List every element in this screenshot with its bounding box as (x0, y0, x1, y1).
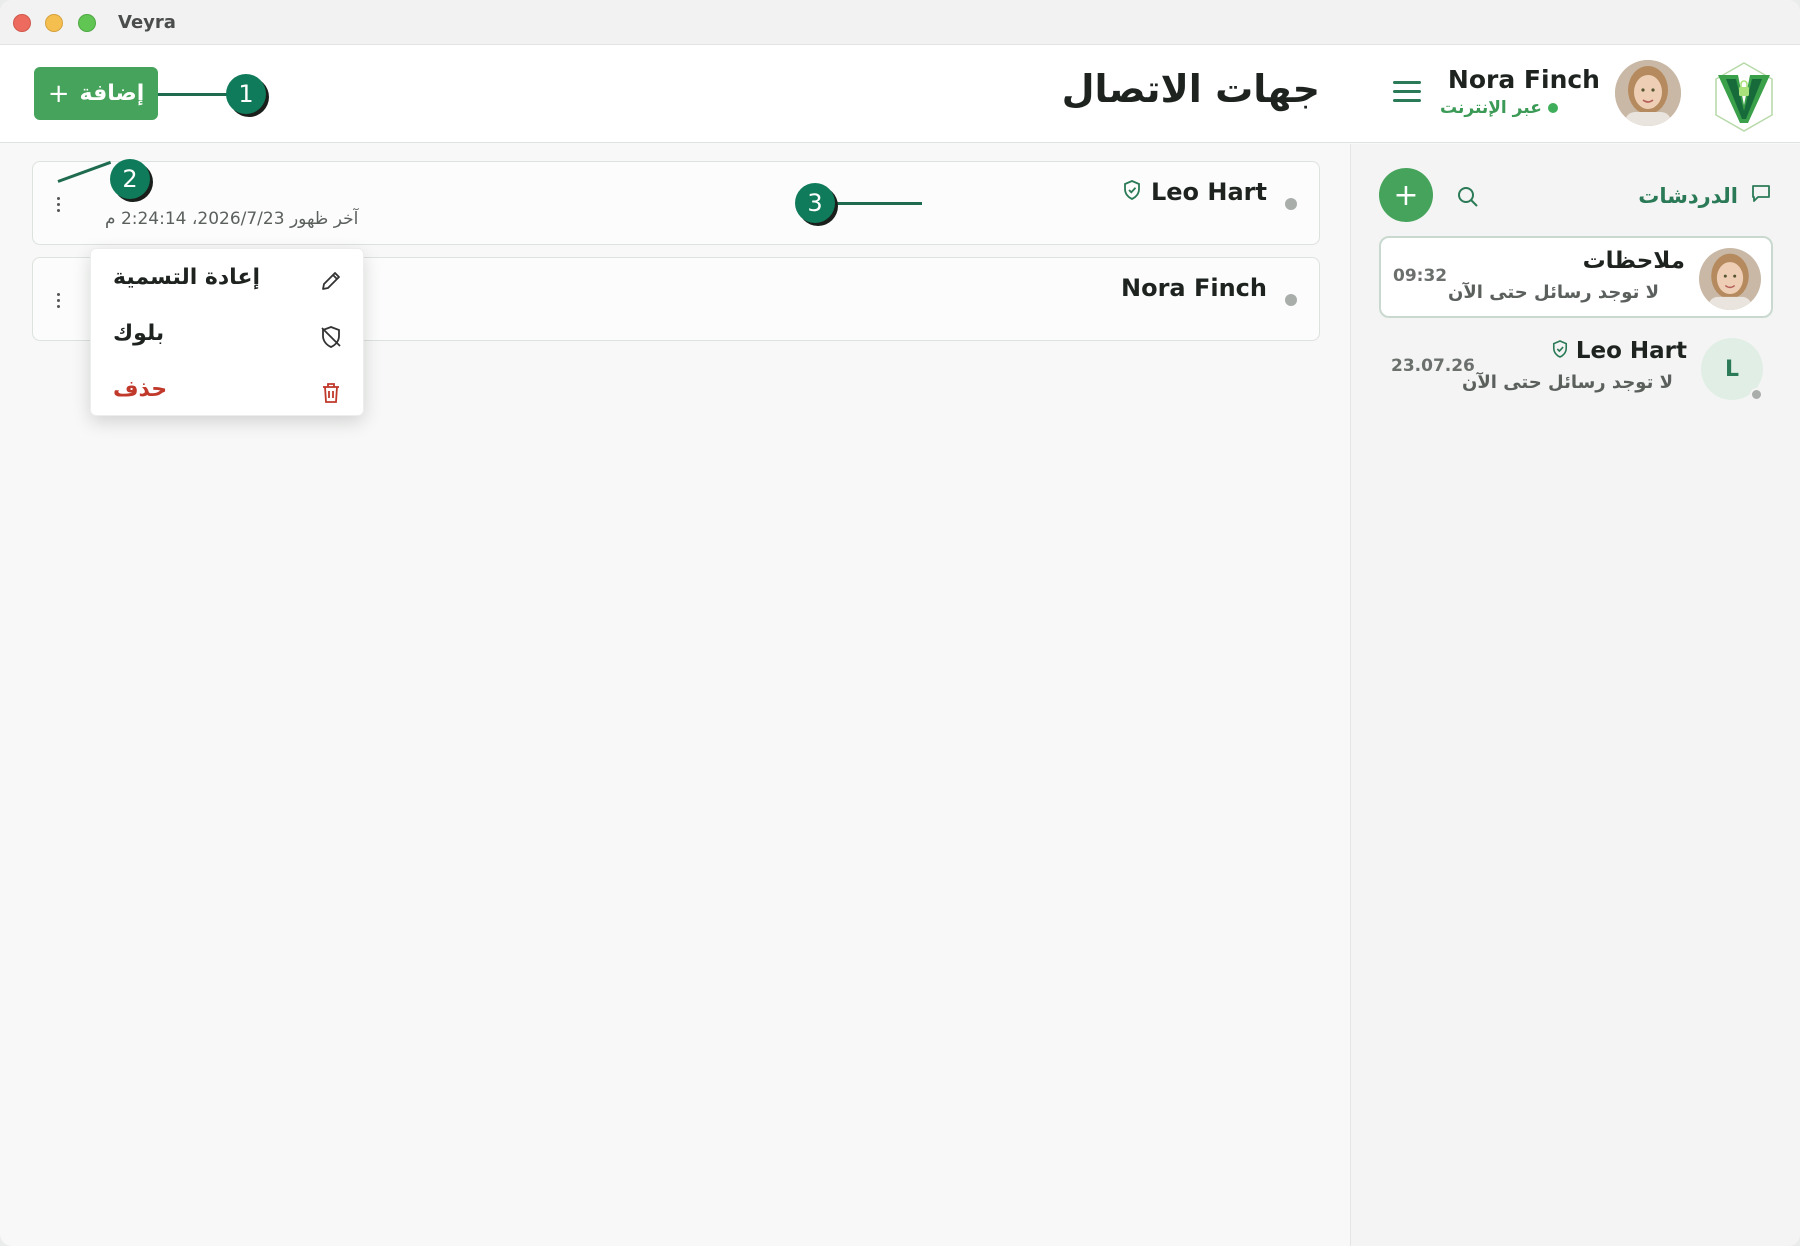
chat-name: Leo Hart (1575, 338, 1687, 364)
menu-item-label: إعادة التسمية (113, 265, 261, 290)
callout-1: 1 (226, 74, 266, 114)
user-name: Nora Finch (1447, 65, 1600, 94)
chat-list-item[interactable]: ملاحظات لا توجد رسائل حتى الآن 09:32 (1379, 236, 1773, 318)
more-options-icon[interactable] (53, 284, 63, 316)
user-avatar[interactable] (1615, 60, 1681, 126)
add-button-label: إضافة (79, 81, 145, 106)
callout-2: 2 (110, 159, 150, 199)
menu-item-rename[interactable]: إعادة التسمية (91, 255, 365, 307)
hamburger-menu-icon[interactable] (1393, 81, 1421, 105)
more-options-icon[interactable] (53, 188, 63, 220)
chat-time: 23.07.26 (1391, 356, 1475, 376)
app-window: Veyra + إضافة 1 جهات الاتصال Nora Finch … (0, 0, 1800, 1246)
menu-item-label: بلوك (113, 321, 165, 346)
chats-title: الدردشات (1638, 183, 1738, 208)
contact-name: Leo Hart (1150, 178, 1267, 206)
add-contact-button[interactable]: + إضافة (34, 67, 158, 120)
plus-icon: + (47, 78, 70, 109)
contact-context-menu: إعادة التسمية بلوك حذف (90, 248, 364, 416)
search-icon[interactable] (1455, 184, 1481, 210)
window-title: Veyra (118, 12, 176, 33)
callout-line-3 (832, 202, 922, 205)
avatar (1699, 248, 1761, 310)
contact-name-row: Nora Finch (1121, 274, 1267, 302)
page-title: جهات الاتصال (1061, 67, 1320, 111)
contact-name-row: Leo Hart (1123, 178, 1267, 206)
contact-card[interactable]: Leo Hart آخر ظهور 2026/7/23، 2:24:14 م (32, 161, 1320, 245)
verified-shield-icon (1123, 178, 1141, 206)
menu-item-delete[interactable]: حذف (91, 367, 365, 419)
online-dot-icon (1547, 103, 1558, 113)
user-status-text: عبر الإنترنت (1440, 98, 1542, 118)
chats-sidebar: الدردشات + ملاحظات لا توجد رسائل حتى الآ… (1350, 144, 1800, 1246)
menu-item-label: حذف (113, 377, 168, 402)
chat-time: 09:32 (1393, 266, 1448, 286)
plus-icon: + (1393, 177, 1419, 213)
pencil-icon (319, 269, 343, 293)
veyra-logo (1712, 61, 1776, 133)
contact-name: Nora Finch (1121, 274, 1267, 302)
chat-preview: لا توجد رسائل حتى الآن (1448, 282, 1659, 303)
verified-shield-icon (1552, 338, 1568, 364)
chat-preview: لا توجد رسائل حتى الآن (1462, 372, 1673, 393)
callout-3: 3 (795, 183, 835, 223)
chats-title-row: الدردشات (1638, 182, 1772, 209)
presence-dot (1285, 198, 1297, 210)
chat-list-item[interactable]: L Leo Hart لا توجد رسائل حتى الآن 23.07.… (1379, 328, 1773, 410)
maximize-window-button[interactable] (78, 14, 96, 32)
presence-dot (1285, 294, 1297, 306)
chat-bubble-icon (1750, 182, 1772, 209)
header: + إضافة 1 جهات الاتصال Nora Finch عبر ال… (0, 45, 1800, 143)
contacts-panel: Leo Hart آخر ظهور 2026/7/23، 2:24:14 م 2… (0, 144, 1350, 1246)
chat-name-row: Leo Hart (1552, 338, 1687, 364)
minimize-window-button[interactable] (45, 14, 63, 32)
menu-item-block[interactable]: بلوك (91, 311, 365, 363)
new-chat-button[interactable]: + (1379, 168, 1433, 222)
contact-last-seen: آخر ظهور 2026/7/23، 2:24:14 م (105, 209, 359, 229)
chat-name: ملاحظات (1582, 248, 1685, 274)
shield-off-icon (319, 325, 343, 349)
title-bar: Veyra (0, 0, 1800, 45)
trash-icon (319, 381, 343, 405)
presence-dot (1750, 388, 1763, 401)
close-window-button[interactable] (13, 14, 31, 32)
user-status: عبر الإنترنت (1440, 98, 1600, 118)
